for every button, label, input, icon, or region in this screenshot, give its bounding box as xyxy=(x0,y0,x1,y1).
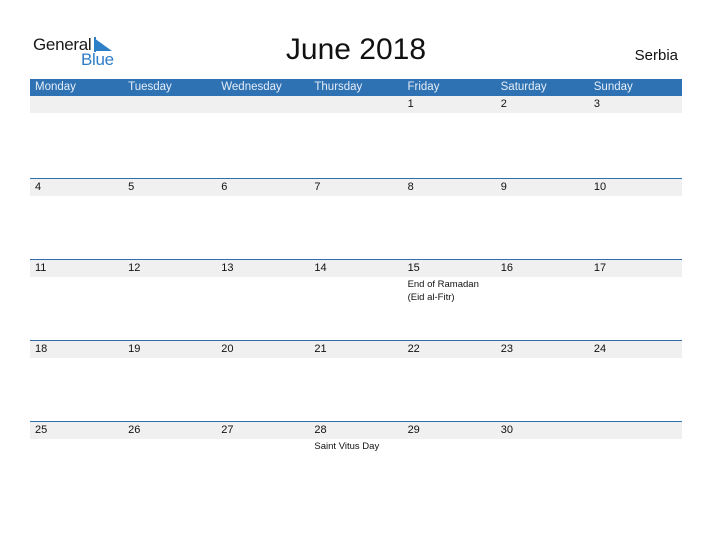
day-cell: 8 xyxy=(403,179,496,260)
day-number: 20 xyxy=(221,343,234,355)
holiday-label: End of Ramadan (Eid al-Fitr) xyxy=(407,279,479,303)
day-cell: 28 Saint Vitus Day xyxy=(309,422,402,503)
weekday-monday: Monday xyxy=(35,81,76,93)
day-cell: 14 xyxy=(309,260,402,341)
day-cell xyxy=(589,422,682,503)
week-row: 25 26 27 28 Saint Vitus Day 29 30 xyxy=(30,421,682,503)
weekday-wednesday: Wednesday xyxy=(221,81,282,93)
day-cell: 5 xyxy=(123,179,216,260)
day-cell: 25 xyxy=(30,422,123,503)
day-cell: 6 xyxy=(216,179,309,260)
day-cell: 24 xyxy=(589,341,682,422)
day-number: 7 xyxy=(314,181,321,193)
day-number: 26 xyxy=(128,424,141,436)
day-number: 12 xyxy=(128,262,141,274)
day-number: 19 xyxy=(128,343,141,355)
day-number: 23 xyxy=(500,343,513,355)
week-row: 4 5 6 7 8 9 10 xyxy=(30,178,682,260)
day-cell: 27 xyxy=(216,422,309,503)
day-number: 6 xyxy=(221,181,228,193)
country-label: Serbia xyxy=(634,47,678,64)
day-cell: 11 xyxy=(30,260,123,341)
day-number: 24 xyxy=(593,343,607,355)
day-number: 15 xyxy=(407,262,420,274)
day-cell: 9 xyxy=(496,179,589,260)
calendar-title: June 2018 xyxy=(285,33,427,66)
day-cell: 3 xyxy=(589,96,682,177)
day-cell xyxy=(30,96,123,177)
day-cell: 17 xyxy=(589,260,682,341)
day-number: 18 xyxy=(35,343,48,355)
day-cell: 16 xyxy=(496,260,589,341)
weekday-friday: Friday xyxy=(407,81,440,93)
weekday-tuesday: Tuesday xyxy=(128,81,172,93)
day-cell xyxy=(216,96,309,177)
day-cell: 26 xyxy=(123,422,216,503)
day-number: 17 xyxy=(593,262,607,274)
day-cell: 23 xyxy=(496,341,589,422)
day-number: 5 xyxy=(128,181,135,193)
day-cell: 15 End of Ramadan (Eid al-Fitr) xyxy=(403,260,496,341)
day-cell: 29 xyxy=(403,422,496,503)
day-number: 2 xyxy=(500,98,507,110)
day-number: 21 xyxy=(314,343,327,355)
day-cell: 30 xyxy=(496,422,589,503)
day-cell xyxy=(123,96,216,177)
day-number: 22 xyxy=(407,343,420,355)
day-number: 10 xyxy=(593,181,607,193)
day-number: 16 xyxy=(500,262,513,274)
day-number: 14 xyxy=(314,262,327,274)
weekday-saturday: Saturday xyxy=(500,81,547,93)
day-cell: 22 xyxy=(403,341,496,422)
day-cell: 12 xyxy=(123,260,216,341)
day-cell: 7 xyxy=(309,179,402,260)
day-number: 11 xyxy=(35,262,47,274)
day-cell: 21 xyxy=(309,341,402,422)
holiday-label: Saint Vitus Day xyxy=(314,441,380,452)
day-number: 29 xyxy=(407,424,420,436)
day-number: 13 xyxy=(221,262,234,274)
day-cell: 20 xyxy=(216,341,309,422)
day-cell: 13 xyxy=(216,260,309,341)
day-cell: 18 xyxy=(30,341,123,422)
day-number: 4 xyxy=(35,181,42,193)
day-number: 25 xyxy=(35,424,48,436)
day-cell: 10 xyxy=(589,179,682,260)
week-row: 18 19 20 21 22 23 24 xyxy=(30,340,682,422)
day-number: 8 xyxy=(407,181,414,193)
day-cell: 2 xyxy=(496,96,589,177)
day-cell: 1 xyxy=(403,96,496,177)
week-row: 1 2 3 xyxy=(30,96,682,177)
week-row: 11 12 13 14 15 End of Ramadan (Eid al-Fitr) 16… xyxy=(30,259,682,341)
day-cell: 19 xyxy=(123,341,216,422)
day-number: 30 xyxy=(500,424,513,436)
day-number: 9 xyxy=(500,181,507,193)
day-number: 3 xyxy=(593,98,600,110)
day-number: 28 xyxy=(314,424,327,436)
day-number: 1 xyxy=(407,98,414,110)
day-cell: 4 xyxy=(30,179,123,260)
weekday-thursday: Thursday xyxy=(314,81,363,93)
day-cell xyxy=(309,96,402,177)
day-number: 27 xyxy=(221,424,234,436)
weekday-header: Monday Tuesday Wednesday Thursday Friday… xyxy=(30,79,682,96)
weekday-sunday: Sunday xyxy=(593,81,633,93)
